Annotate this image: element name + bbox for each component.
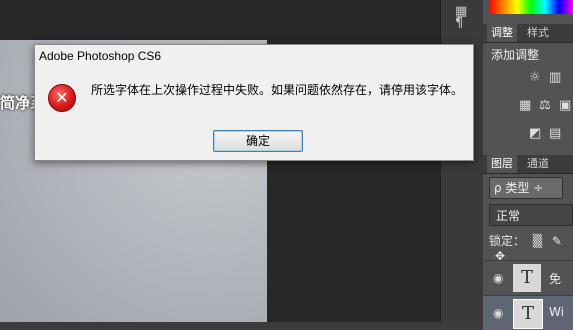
text-layer-thumbnail: T: [513, 299, 543, 329]
color-balance-icon[interactable]: ⚖: [539, 98, 551, 113]
text-layer-thumbnail: T: [513, 264, 541, 292]
layer-name[interactable]: Wi: [549, 305, 564, 319]
layer-row[interactable]: ◉ T Wi: [483, 295, 573, 330]
dialog-message: 所选字体在上次操作过程中失败。如果问题依然存在，请停用该字体。: [91, 83, 464, 97]
dialog-title: Adobe Photoshop CS6: [39, 49, 162, 63]
error-dialog: Adobe Photoshop CS6 ✕ 所选字体在上次操作过程中失败。如果问…: [34, 44, 474, 161]
tab-channels[interactable]: 通道: [523, 155, 553, 173]
lock-brush-icon[interactable]: ✎: [552, 234, 562, 248]
layers-tabbar: 图层 通道: [483, 155, 573, 174]
tab-styles[interactable]: 样式: [523, 24, 553, 42]
layer-row[interactable]: ◉ T 免: [483, 260, 573, 295]
levels-icon[interactable]: ▥: [549, 70, 561, 85]
layer-name[interactable]: 免: [549, 270, 561, 287]
ok-button[interactable]: 确定: [213, 130, 303, 152]
gradient-map-icon[interactable]: ▤: [549, 126, 561, 141]
dialog-body: ✕ 所选字体在上次操作过程中失败。如果问题依然存在，请停用该字体。 确定: [35, 67, 473, 159]
vibrance-icon[interactable]: ▦: [519, 98, 531, 113]
visibility-eye-icon[interactable]: ◉: [493, 271, 503, 285]
lock-pixels-icon[interactable]: ▒: [533, 234, 542, 248]
visibility-eye-icon[interactable]: ◉: [493, 306, 503, 320]
tab-layers[interactable]: 图层: [487, 155, 517, 173]
adjustments-tabbar: 调整 样式: [483, 24, 573, 43]
lock-row: 锁定： ▒ ✎ ✥: [489, 232, 573, 263]
brightness-icon[interactable]: ☼: [529, 70, 541, 85]
tab-adjustments[interactable]: 调整: [487, 24, 517, 42]
invert-icon[interactable]: ◩: [529, 126, 541, 141]
color-swatches[interactable]: [489, 0, 573, 14]
black-white-icon[interactable]: ▣: [559, 98, 571, 113]
lock-label: 锁定：: [489, 234, 526, 248]
layer-filter-select[interactable]: ρ 类型 ÷: [489, 177, 563, 199]
blend-mode-select[interactable]: 正常: [489, 204, 573, 226]
paragraph-icon[interactable]: ¶: [455, 16, 463, 31]
add-adjustment-label: 添加调整: [491, 48, 540, 62]
right-panels: 调整 样式 添加调整 ☼ ▥ ▦ ⚖ ▣ ◩ ▤ 图层 通道 ρ 类型 ÷ 正常…: [483, 0, 573, 330]
error-icon: ✕: [48, 84, 76, 112]
